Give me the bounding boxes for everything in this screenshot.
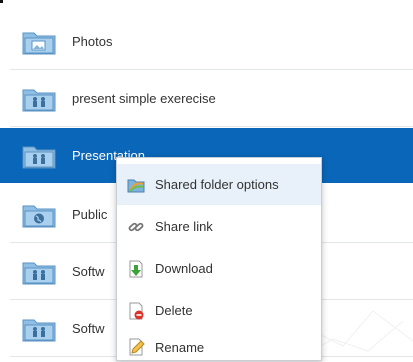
folder-row-present-simple[interactable]: present simple exerecise (0, 70, 413, 127)
folder-shared-icon (22, 146, 56, 168)
menu-item-label: Share link (155, 219, 213, 234)
folder-image-icon (22, 32, 56, 54)
folder-name: Softw (72, 264, 105, 279)
folder-name: Softw (72, 321, 105, 336)
folder-shared-icon (22, 89, 56, 111)
menu-item-label: Rename (155, 339, 205, 355)
menu-item-label: Delete (155, 303, 193, 318)
folder-globe-icon (22, 205, 56, 227)
folder-shared-icon (22, 262, 56, 284)
menu-item-download[interactable]: Download (117, 248, 321, 289)
menu-item-label: Shared folder options (155, 177, 279, 192)
download-icon (129, 260, 143, 277)
row-divider (10, 126, 413, 127)
folder-name: Public (72, 207, 108, 222)
menu-item-rename[interactable]: Rename (117, 332, 321, 362)
folder-name: Photos (72, 34, 113, 49)
menu-item-label: Download (155, 261, 213, 276)
corner-mark (0, 0, 3, 3)
menu-item-share-link[interactable]: Share link (117, 206, 321, 247)
link-icon (128, 222, 144, 231)
shared-folder-options-icon (127, 179, 145, 192)
folder-shared-icon (22, 319, 56, 341)
menu-item-delete[interactable]: Delete (117, 290, 321, 331)
folder-row-photos[interactable]: Photos (0, 13, 413, 70)
delete-icon (129, 302, 144, 319)
folder-name: present simple exerecise (72, 91, 216, 106)
context-menu: Shared folder options Share link Downloa… (116, 157, 322, 361)
rename-icon (129, 338, 145, 356)
menu-item-shared-folder-options[interactable]: Shared folder options (117, 164, 321, 205)
